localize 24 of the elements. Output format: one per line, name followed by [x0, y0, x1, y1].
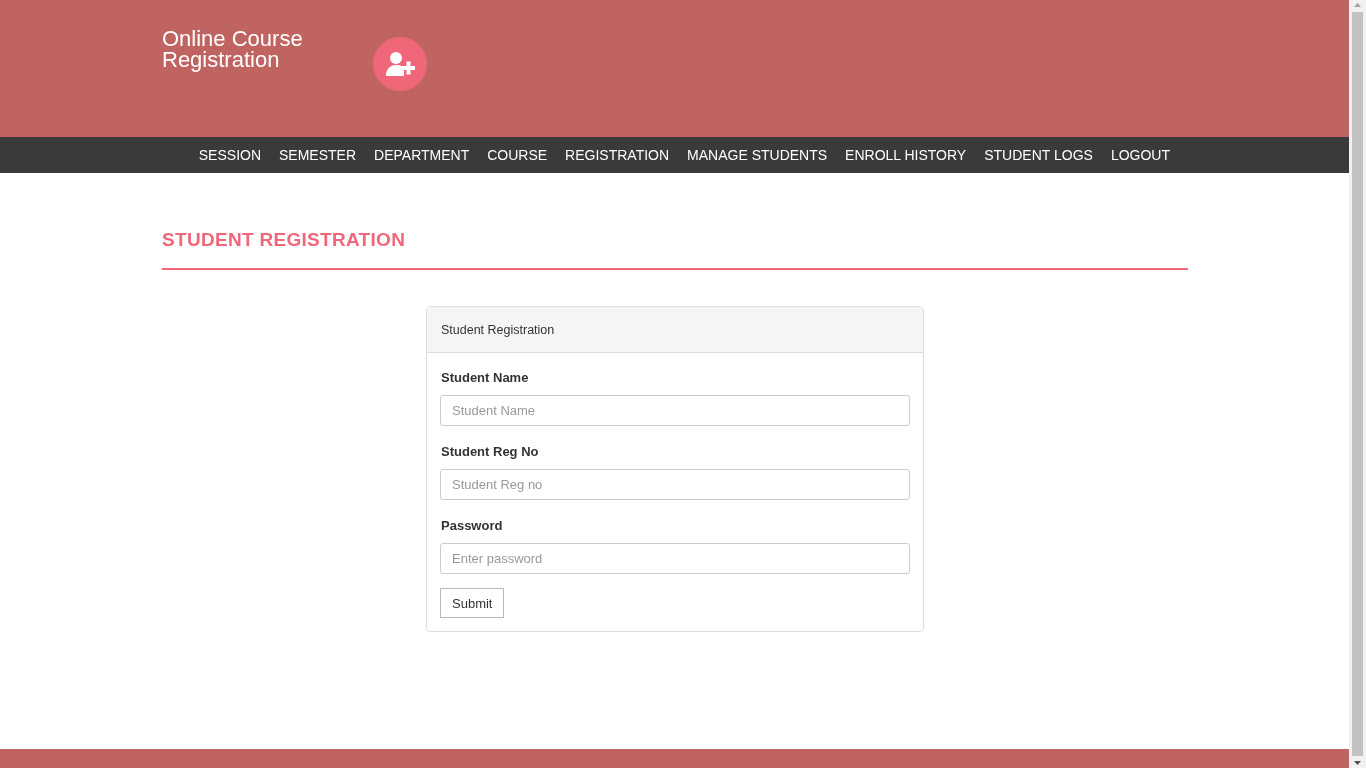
nav-link[interactable]: SEMESTER	[270, 147, 366, 163]
scroll-down-icon[interactable]	[1353, 758, 1362, 768]
nav-link[interactable]: REGISTRATION	[556, 147, 679, 163]
field-label: Password	[441, 518, 504, 533]
nav-link[interactable]: MANAGE STUDENTS	[678, 147, 837, 163]
nav-link[interactable]: ENROLL HISTORY	[836, 147, 976, 163]
panel-title: Student Registration	[441, 322, 555, 337]
scroll-up-icon[interactable]	[1353, 0, 1362, 10]
nav-link[interactable]: COURSE	[478, 147, 557, 163]
nav-link[interactable]: DEPARTMENT	[365, 147, 479, 163]
submit-button[interactable]: Submit	[440, 588, 505, 618]
page-heading: STUDENT REGISTRATION	[162, 229, 1188, 270]
add-user-icon	[385, 51, 415, 77]
nav-link[interactable]: LOGOUT	[1101, 147, 1179, 163]
input-field[interactable]: Student Reg no	[440, 469, 910, 500]
input-field[interactable]: Enter password	[440, 543, 910, 574]
field-label: Student Name	[441, 370, 530, 385]
site-title-line: Registration	[162, 49, 281, 70]
nav-link[interactable]: SESSION	[189, 147, 271, 163]
field-label: Student Reg No	[441, 444, 540, 459]
input-field[interactable]: Student Name	[440, 395, 910, 426]
scrollbar[interactable]	[1349, 0, 1366, 768]
site-title-line: Online Course	[162, 28, 304, 49]
nav-link[interactable]: STUDENT LOGS	[975, 147, 1102, 163]
